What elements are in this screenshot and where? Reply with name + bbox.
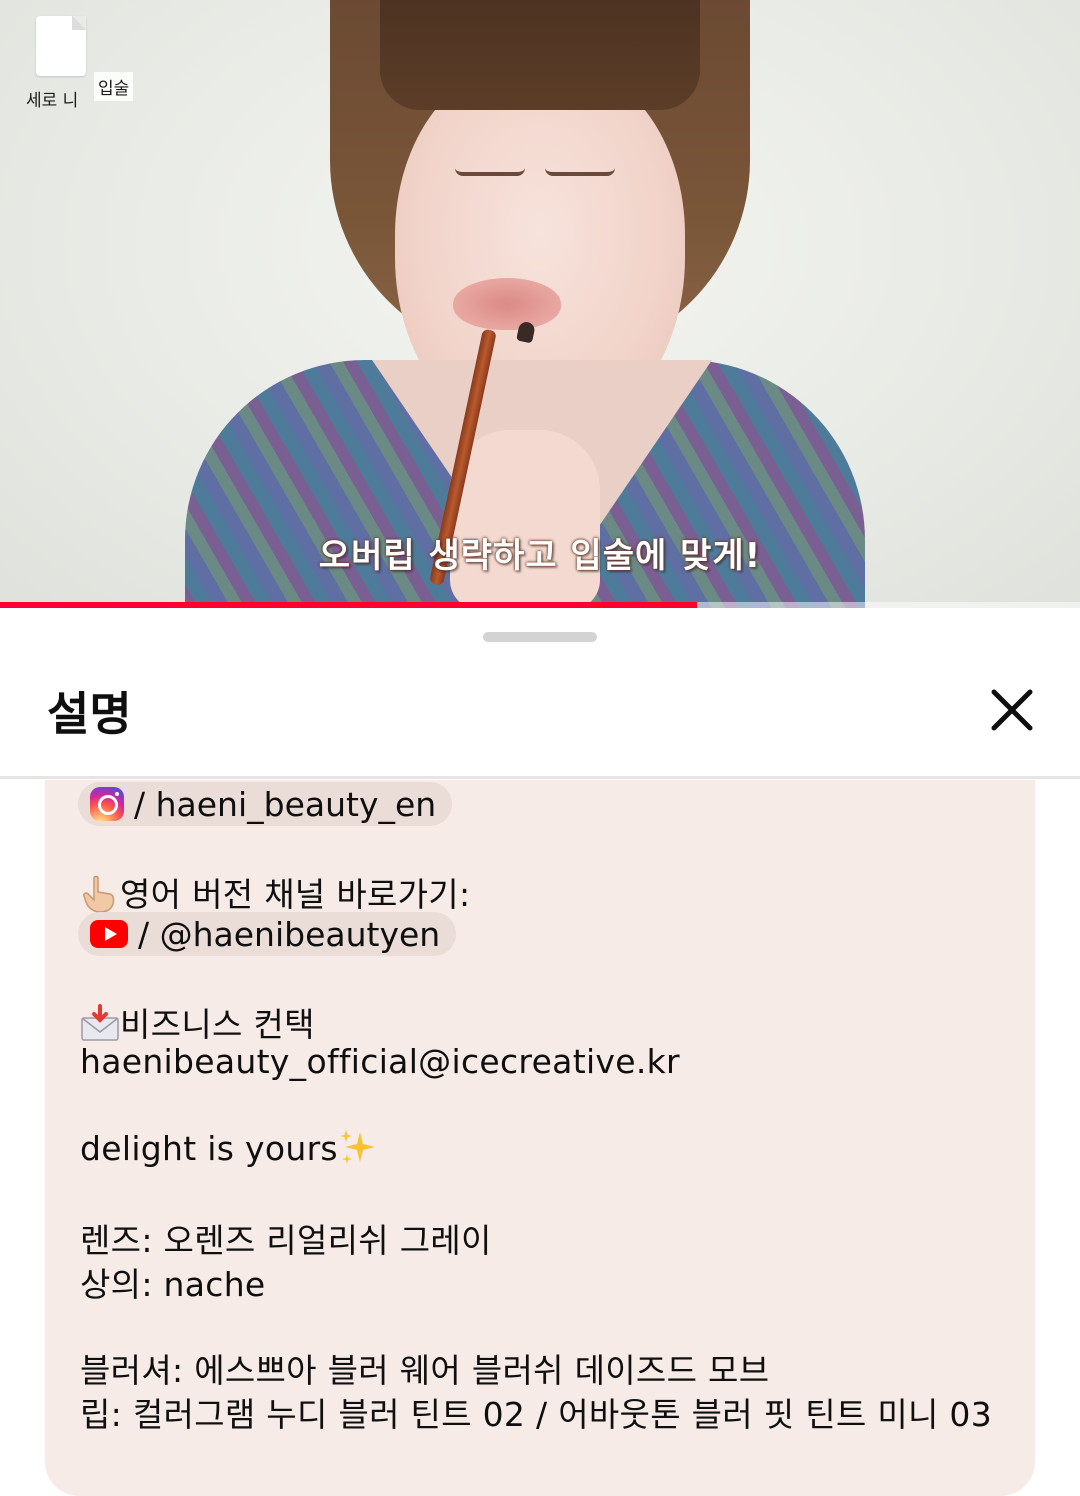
youtube-handle: / @haenibeautyen [138, 914, 441, 954]
header-divider [0, 776, 1080, 779]
file-label-overlay: 입술 [94, 72, 134, 101]
video-subtitle: 오버립 생략하고 입술에 맞게! [318, 536, 762, 576]
instagram-icon [90, 787, 124, 821]
video-frame-eye-right [545, 168, 615, 176]
video-frame-lips [453, 278, 561, 330]
tagline: delight is yours [80, 1129, 338, 1168]
video-player[interactable]: 세로 니 입술 오버립 생략하고 입술에 맞게! [0, 0, 1080, 608]
instagram-link[interactable]: / haeni_beauty_en [78, 782, 453, 826]
file-label: 세로 니 [26, 91, 79, 111]
business-label: 비즈니스 컨택 [120, 1005, 315, 1044]
video-frame-eye-left [455, 168, 525, 176]
youtube-icon [90, 920, 128, 948]
youtube-link[interactable]: / @haenibeautyen [78, 912, 457, 956]
business-email[interactable]: haenibeauty_official@icecreative.kr [80, 1042, 680, 1081]
drag-handle[interactable] [483, 632, 597, 642]
video-frame-hand [450, 430, 600, 608]
file-icon [36, 16, 86, 76]
envelope-icon [81, 1004, 119, 1041]
sheet-title: 설명 [47, 687, 132, 741]
close-button[interactable] [984, 682, 1040, 738]
video-frame-bangs [380, 0, 700, 110]
english-channel-label: 영어 버전 채널 바로가기: [120, 875, 471, 914]
sparkles-icon [339, 1130, 375, 1164]
close-icon [991, 689, 1033, 731]
file-badge[interactable]: 세로 니 입술 [22, 16, 162, 111]
top-info: 상의: nache [80, 1265, 266, 1304]
tagline-line: delight is yours [80, 1128, 378, 1168]
instagram-handle: / haeni_beauty_en [134, 784, 437, 824]
english-channel-line: 영어 버전 채널 바로가기: [80, 868, 470, 916]
lens-info: 렌즈: 오렌즈 리얼리쉬 그레이 [80, 1221, 492, 1260]
lip-info: 립: 컬러그램 누디 블러 틴트 02 / 어바웃톤 블러 핏 틴트 미니 03 [80, 1395, 993, 1434]
pointing-hand-icon [83, 875, 115, 913]
blusher-info: 블러셔: 에스쁘아 블러 웨어 블러쉬 데이즈드 모브 [80, 1351, 770, 1390]
business-line: 비즈니스 컨택 [80, 998, 315, 1046]
description-sheet: 설명 / haeni_beauty_en 영어 버전 채널 바로가기: / @h… [0, 608, 1080, 1496]
description-body: / haeni_beauty_en 영어 버전 채널 바로가기: / @haen… [45, 780, 1035, 1496]
